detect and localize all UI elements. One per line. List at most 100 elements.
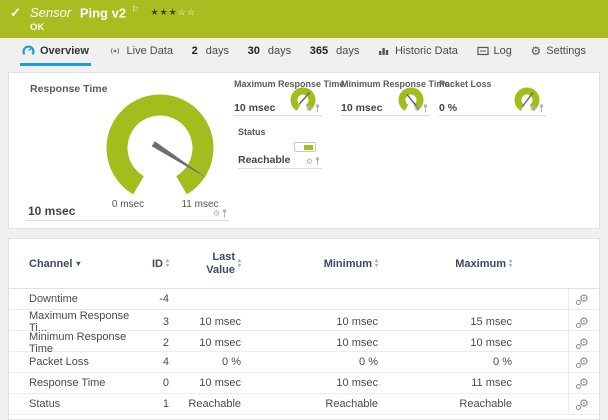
sensor-name: Ping v2	[79, 5, 127, 21]
last-value: 10 msec	[199, 377, 241, 389]
gear-icon[interactable]: ⚙	[306, 157, 313, 166]
minimum-value: 10 msec	[336, 337, 378, 349]
pin-icon[interactable]	[539, 104, 544, 113]
ok-check-icon: ✓	[10, 5, 21, 20]
tab-overview[interactable]: Overview	[20, 38, 91, 66]
channel-settings-icon[interactable]: ⚙	[576, 316, 589, 328]
tab-label: days	[267, 44, 292, 57]
channel-id: 0	[162, 377, 169, 389]
status-indicator	[294, 142, 316, 152]
last-value: 10 msec	[199, 316, 241, 328]
last-value: Reachable	[188, 398, 241, 410]
tab-log[interactable]: Log	[475, 38, 514, 66]
maximum-value: 15 msec	[470, 316, 512, 328]
channel-value: 10 msec	[234, 102, 276, 114]
table-row-downtime[interactable]: Downtime -4 ⚙	[9, 289, 599, 310]
column-header-channel[interactable]: Channel ▾	[29, 258, 141, 270]
gear-icon[interactable]: ⚙	[213, 209, 220, 218]
response-time-gauge	[106, 94, 214, 195]
channel-settings-icon[interactable]: ⚙	[576, 398, 589, 410]
column-header-id[interactable]: ID ▴ ▾	[141, 258, 169, 270]
flag-icon[interactable]: ⚐	[132, 5, 139, 14]
status-tile: Status Reachable ⚙	[238, 123, 322, 169]
tab-bar: Overview Live Data 2 days 30 days 365 da…	[8, 38, 600, 66]
packet-loss-tile: Packet Loss 0 % ⚙	[439, 79, 546, 116]
minimum-value: 10 msec	[336, 316, 378, 328]
tab-365-days[interactable]: 365 days	[308, 38, 362, 66]
tab-historic-data[interactable]: Historic Data	[376, 38, 460, 66]
tab-settings[interactable]: ⚙ Settings	[528, 38, 588, 66]
minimum-response-time-tile: Minimum Response Time 10 msec ⚙	[341, 79, 449, 116]
last-value: 10 msec	[199, 337, 241, 349]
maximum-value: 10 msec	[470, 337, 512, 349]
broadcast-icon	[110, 48, 119, 54]
channel-settings-icon[interactable]: ⚙	[576, 337, 589, 349]
pin-icon[interactable]	[315, 157, 320, 166]
table-row-response-time[interactable]: Response Time 0 10 msec 10 msec 11 msec …	[9, 373, 599, 394]
channel-id: -4	[159, 293, 169, 305]
tab-label: days	[205, 44, 229, 57]
tab-live-data[interactable]: Live Data	[106, 38, 175, 66]
tab-label: Historic Data	[394, 44, 458, 57]
bar-chart-icon	[378, 48, 389, 55]
status-indicator-knob	[304, 144, 313, 150]
gear-icon[interactable]: ⚙	[530, 104, 537, 113]
tab-label: days	[336, 44, 360, 57]
response-time-gauge-tile: Response Time 0 msec 11 msec 10 msec ⚙	[26, 79, 229, 221]
channel-id: 4	[162, 356, 169, 368]
channel-strip-icons: ⚙	[414, 104, 428, 113]
priority-stars[interactable]: ★★★☆☆	[151, 7, 196, 17]
channel-name[interactable]: Status	[29, 398, 141, 410]
table-header-row: Channel ▾ ID ▴ ▾ Last Value ▴ ▾ Minimum ▴ ▾ Max…	[9, 239, 599, 289]
gauge-title: Response Time	[30, 83, 108, 95]
channel-name[interactable]: Downtime	[29, 293, 141, 305]
channel-name[interactable]: Response Time	[29, 377, 141, 389]
gear-icon[interactable]: ⚙	[306, 104, 313, 113]
pin-icon[interactable]	[222, 209, 227, 218]
gauge-icon	[22, 45, 35, 56]
maximum-value: 11 msec	[471, 377, 512, 389]
column-header-minimum[interactable]: Minimum ▴ ▾	[241, 258, 378, 270]
channel-strip-icons: ⚙	[530, 104, 544, 113]
channel-id: 3	[162, 316, 169, 328]
pin-icon[interactable]	[423, 104, 428, 113]
channel-name[interactable]: Packet Loss	[29, 356, 141, 368]
status-badge: OK	[30, 22, 45, 33]
sort-icon: ▴ ▾	[508, 257, 512, 269]
tab-number: 365	[309, 44, 329, 57]
channel-settings-icon[interactable]: ⚙	[576, 356, 589, 368]
tab-label: Log	[493, 44, 512, 57]
column-header-last-value[interactable]: Last Value ▴ ▾	[169, 251, 241, 276]
table-row-maximum-response-time[interactable]: Maximum Response Ti... 3 10 msec 10 msec…	[9, 310, 599, 334]
minimum-value: 10 msec	[336, 377, 378, 389]
table-row-minimum-response-time[interactable]: Minimum Response Time 2 10 msec 10 msec …	[9, 331, 599, 355]
gauge-title: Status	[238, 127, 266, 137]
maximum-value: Reachable	[459, 398, 512, 410]
log-icon	[476, 46, 489, 55]
tab-2-days[interactable]: 2 days	[190, 38, 231, 66]
tab-label: Settings	[546, 44, 586, 57]
gauges-panel: Response Time 0 msec 11 msec 10 msec ⚙ M…	[8, 72, 600, 229]
channel-id: 2	[162, 337, 169, 349]
sensor-header: ✓ Sensor Ping v2 ⚐ ★★★☆☆ OK	[0, 0, 608, 38]
sensor-kind-label: Sensor	[30, 5, 72, 21]
channel-value: 10 msec	[28, 204, 76, 218]
channel-settings-icon[interactable]: ⚙	[576, 377, 589, 389]
table-row-packet-loss[interactable]: Packet Loss 4 0 % 0 % 0 % ⚙	[9, 352, 599, 373]
maximum-value: 0 %	[493, 356, 512, 368]
tab-30-days[interactable]: 30 days	[246, 38, 294, 66]
column-header-maximum[interactable]: Maximum ▴ ▾	[378, 258, 540, 270]
gear-icon[interactable]: ⚙	[414, 104, 421, 113]
tab-label: Live Data	[126, 44, 174, 57]
last-value: 0 %	[222, 356, 241, 368]
minimum-value: Reachable	[325, 398, 378, 410]
channel-value: 10 msec	[341, 102, 383, 114]
channel-name[interactable]: Minimum Response Time	[29, 331, 141, 355]
channel-settings-icon[interactable]: ⚙	[576, 293, 589, 305]
gauge-scale-min: 0 msec	[111, 199, 145, 210]
pin-icon[interactable]	[315, 104, 320, 113]
tab-label: Overview	[40, 44, 89, 57]
gear-icon: ⚙	[530, 43, 542, 58]
table-row-status[interactable]: Status 1 Reachable Reachable Reachable ⚙	[9, 394, 599, 415]
gauge-title: Packet Loss	[439, 79, 492, 89]
